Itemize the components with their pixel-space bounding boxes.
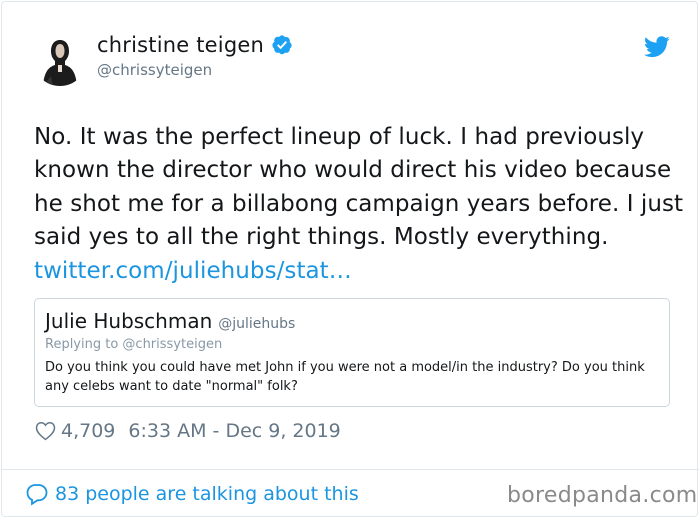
- quoted-author-name: Julie Hubschman: [45, 309, 213, 333]
- footer-divider: [2, 469, 699, 470]
- quoted-author-row: Julie Hubschman @juliehubs: [45, 309, 295, 333]
- quoted-replying-to: Replying to @chrissyteigen: [45, 337, 223, 352]
- speech-bubble-icon: [26, 484, 48, 506]
- author-name-row: christine teigen: [97, 33, 293, 57]
- quoted-text: Do you think you could have met John if …: [45, 360, 645, 394]
- talking-about-text[interactable]: 83 people are talking about this: [55, 483, 359, 505]
- watermark: boredpanda.com: [507, 483, 698, 508]
- tweet-link[interactable]: twitter.com/juliehubs/stat…: [34, 258, 352, 284]
- author-handle[interactable]: @chrissyteigen: [97, 61, 212, 79]
- heart-icon[interactable]: [34, 420, 57, 442]
- tweet-card: christine teigen @chrissyteigen No. It w…: [1, 1, 699, 517]
- avatar[interactable]: [33, 32, 87, 86]
- tweet-body: No. It was the perfect lineup of luck. I…: [34, 124, 684, 251]
- avatar-image: [33, 32, 87, 86]
- verified-badge-icon: [272, 35, 292, 55]
- quoted-author-handle: @juliehubs: [218, 316, 296, 332]
- twitter-bird-icon[interactable]: [644, 36, 670, 58]
- conversation-link[interactable]: 83 people are talking about this: [25, 482, 359, 506]
- tweet-text: No. It was the perfect lineup of luck. I…: [34, 121, 684, 288]
- quoted-tweet[interactable]: Julie Hubschman @juliehubs Replying to @…: [34, 298, 670, 407]
- author-name[interactable]: christine teigen: [97, 33, 264, 57]
- tweet-meta: 4,709 6:33 AM - Dec 9, 2019: [34, 420, 341, 442]
- tweet-timestamp[interactable]: 6:33 AM - Dec 9, 2019: [128, 420, 340, 442]
- like-count[interactable]: 4,709: [61, 420, 115, 442]
